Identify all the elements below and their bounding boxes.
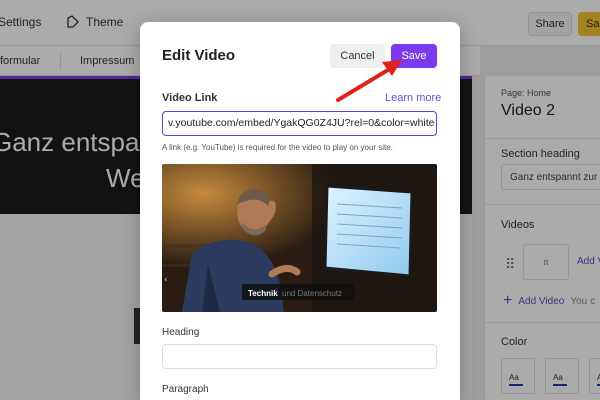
- video-link-label: Video Link: [162, 92, 218, 104]
- dialog-title: Edit Video: [162, 47, 236, 64]
- save-button[interactable]: Save: [391, 44, 437, 68]
- learn-more-link[interactable]: Learn more: [385, 92, 441, 104]
- edit-video-dialog: Edit Video Cancel Save Video Link Learn …: [140, 22, 460, 400]
- heading-label: Heading: [162, 327, 200, 338]
- video-link-input[interactable]: v.youtube.com/embed/YgakQG0Z4JU?rel=0&co…: [162, 111, 437, 136]
- video-thumbnail-image: Technik und Datenschutz ‹: [162, 164, 437, 312]
- cancel-button[interactable]: Cancel: [330, 44, 385, 68]
- video-caption-strong: Technik: [248, 289, 278, 298]
- video-link-help: A link (e.g. YouTube) is required for th…: [162, 143, 393, 152]
- heading-input[interactable]: [162, 344, 437, 369]
- chevron-left-icon: ‹: [164, 275, 168, 285]
- video-caption-faint: und Datenschutz: [282, 289, 342, 298]
- video-preview-thumbnail[interactable]: Technik und Datenschutz ‹: [162, 164, 437, 312]
- paragraph-label: Paragraph: [162, 384, 209, 395]
